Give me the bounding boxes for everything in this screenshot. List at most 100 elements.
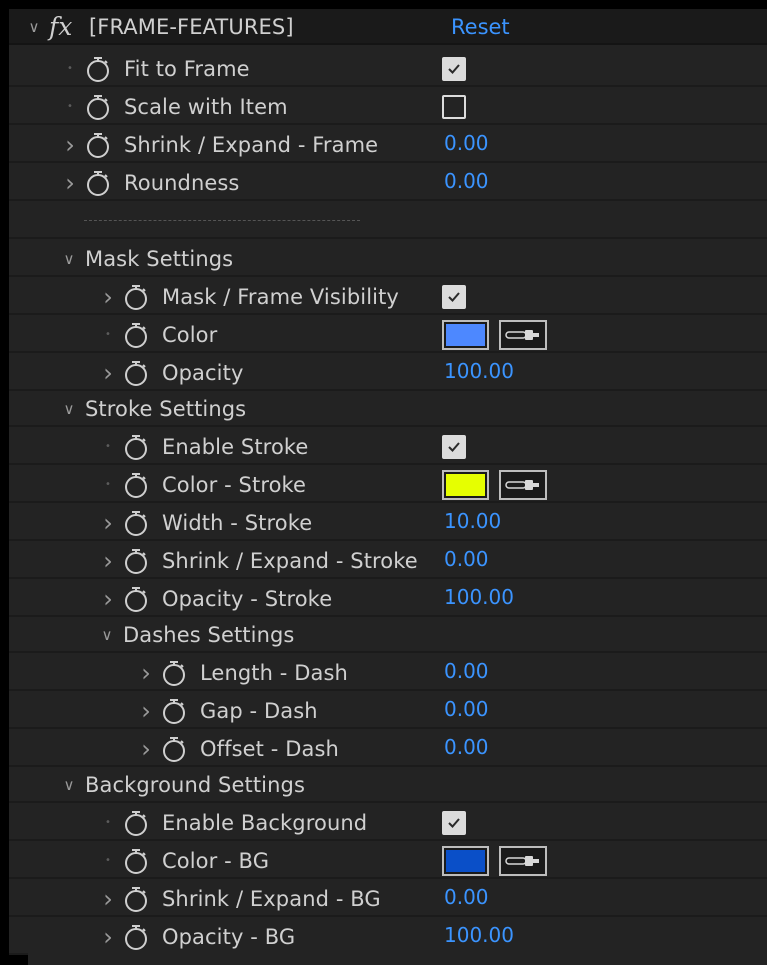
stopwatch-icon[interactable] xyxy=(124,586,148,612)
stopwatch-icon[interactable] xyxy=(86,56,110,82)
checkbox[interactable] xyxy=(442,811,466,835)
property-label: Gap - Dash xyxy=(200,699,318,723)
chevron-right-icon[interactable]: › xyxy=(61,127,79,163)
stopwatch-icon[interactable] xyxy=(124,810,148,836)
value-scrubber[interactable]: 0.00 xyxy=(444,731,489,763)
property-row[interactable]: › Offset - Dash 0.00 xyxy=(9,731,767,767)
stopwatch-icon[interactable] xyxy=(162,736,186,762)
checkbox[interactable] xyxy=(442,57,466,81)
separator-line xyxy=(84,220,360,221)
chevron-right-icon[interactable]: › xyxy=(99,919,117,955)
property-row[interactable]: • Color - BG xyxy=(9,843,767,879)
property-row[interactable]: • Enable Stroke xyxy=(9,429,767,465)
stopwatch-icon[interactable] xyxy=(124,472,148,498)
chevron-down-icon[interactable]: ∨ xyxy=(25,9,43,45)
checkbox[interactable] xyxy=(442,435,466,459)
color-fill xyxy=(446,474,485,496)
value-scrubber[interactable]: 10.00 xyxy=(444,505,501,537)
chevron-right-icon[interactable]: › xyxy=(99,581,117,617)
property-row[interactable]: › Shrink / Expand - Frame 0.00 xyxy=(9,127,767,163)
property-row[interactable]: › Opacity - Stroke 100.00 xyxy=(9,581,767,617)
value-scrubber[interactable]: 0.00 xyxy=(444,165,489,197)
value-scrubber[interactable]: 0.00 xyxy=(444,881,489,913)
group-label: Stroke Settings xyxy=(85,397,247,421)
eyedropper-icon[interactable] xyxy=(499,470,547,500)
group-label: Background Settings xyxy=(85,773,305,797)
property-row[interactable]: • Enable Background xyxy=(9,805,767,841)
property-row[interactable]: • Scale with Item xyxy=(9,89,767,125)
property-label: Color xyxy=(162,323,218,347)
color-swatch[interactable] xyxy=(442,846,489,876)
property-row[interactable]: › Opacity 100.00 xyxy=(9,355,767,391)
stopwatch-icon[interactable] xyxy=(124,886,148,912)
value-scrubber[interactable]: 100.00 xyxy=(444,919,514,951)
separator-row xyxy=(9,203,767,239)
stopwatch-icon[interactable] xyxy=(162,698,186,724)
value-scrubber[interactable]: 0.00 xyxy=(444,655,489,687)
property-row[interactable]: › Width - Stroke 10.00 xyxy=(9,505,767,541)
effect-header-row[interactable]: ∨ fx [FRAME-FEATURES] Reset xyxy=(9,9,767,45)
stopwatch-icon[interactable] xyxy=(124,924,148,950)
property-label: Opacity xyxy=(162,361,244,385)
bullet-dot: • xyxy=(105,855,111,866)
chevron-right-icon[interactable]: › xyxy=(99,279,117,315)
group-label: Mask Settings xyxy=(85,247,234,271)
value-scrubber[interactable]: 100.00 xyxy=(444,581,514,613)
chevron-right-icon[interactable]: › xyxy=(137,731,155,767)
stopwatch-icon[interactable] xyxy=(124,510,148,536)
eyedropper-icon[interactable] xyxy=(499,846,547,876)
stopwatch-icon[interactable] xyxy=(124,360,148,386)
chevron-down-icon[interactable]: ∨ xyxy=(98,617,116,653)
group-row[interactable]: ∨ Background Settings xyxy=(9,767,767,803)
value-scrubber[interactable]: 100.00 xyxy=(444,355,514,387)
checkbox[interactable] xyxy=(442,95,466,119)
color-swatch[interactable] xyxy=(442,320,489,350)
property-row[interactable]: › Gap - Dash 0.00 xyxy=(9,693,767,729)
chevron-down-icon[interactable]: ∨ xyxy=(60,391,78,427)
value-scrubber[interactable]: 0.00 xyxy=(444,693,489,725)
property-label: Enable Stroke xyxy=(162,435,309,459)
property-label: Opacity - BG xyxy=(162,925,296,949)
stopwatch-icon[interactable] xyxy=(86,132,110,158)
property-row[interactable]: › Mask / Frame Visibility xyxy=(9,279,767,315)
property-row[interactable]: › Shrink / Expand - BG 0.00 xyxy=(9,881,767,917)
stopwatch-icon[interactable] xyxy=(162,660,186,686)
fx-toggle[interactable]: fx xyxy=(49,9,72,45)
stopwatch-icon[interactable] xyxy=(86,170,110,196)
property-row[interactable]: › Roundness 0.00 xyxy=(9,165,767,201)
stopwatch-icon[interactable] xyxy=(124,848,148,874)
property-label: Fit to Frame xyxy=(124,57,250,81)
chevron-down-icon[interactable]: ∨ xyxy=(60,767,78,803)
chevron-right-icon[interactable]: › xyxy=(99,505,117,541)
chevron-right-icon[interactable]: › xyxy=(137,693,155,729)
reset-button[interactable]: Reset xyxy=(451,9,510,45)
property-label: Shrink / Expand - BG xyxy=(162,887,381,911)
eyedropper-icon[interactable] xyxy=(499,320,547,350)
stopwatch-icon[interactable] xyxy=(124,434,148,460)
group-row[interactable]: ∨ Stroke Settings xyxy=(9,391,767,427)
stopwatch-icon[interactable] xyxy=(124,548,148,574)
property-row[interactable]: › Shrink / Expand - Stroke 0.00 xyxy=(9,543,767,579)
property-row[interactable]: › Length - Dash 0.00 xyxy=(9,655,767,691)
chevron-right-icon[interactable]: › xyxy=(99,543,117,579)
stopwatch-icon[interactable] xyxy=(124,284,148,310)
property-row[interactable]: • Color - Stroke xyxy=(9,467,767,503)
value-scrubber[interactable]: 0.00 xyxy=(444,543,489,575)
chevron-right-icon[interactable]: › xyxy=(61,165,79,201)
chevron-right-icon[interactable]: › xyxy=(99,881,117,917)
color-fill xyxy=(446,324,485,346)
chevron-right-icon[interactable]: › xyxy=(137,655,155,691)
property-row[interactable]: • Color xyxy=(9,317,767,353)
group-row[interactable]: ∨ Mask Settings xyxy=(9,241,767,277)
checkbox[interactable] xyxy=(442,285,466,309)
chevron-right-icon[interactable]: › xyxy=(99,355,117,391)
group-row[interactable]: ∨ Dashes Settings xyxy=(9,617,767,653)
property-row[interactable]: › Opacity - BG 100.00 xyxy=(9,919,767,955)
color-swatch[interactable] xyxy=(442,470,489,500)
stopwatch-icon[interactable] xyxy=(86,94,110,120)
value-scrubber[interactable]: 0.00 xyxy=(444,127,489,159)
chevron-down-icon[interactable]: ∨ xyxy=(60,241,78,277)
stopwatch-icon[interactable] xyxy=(124,322,148,348)
property-label: Opacity - Stroke xyxy=(162,587,333,611)
property-row[interactable]: • Fit to Frame xyxy=(9,51,767,87)
